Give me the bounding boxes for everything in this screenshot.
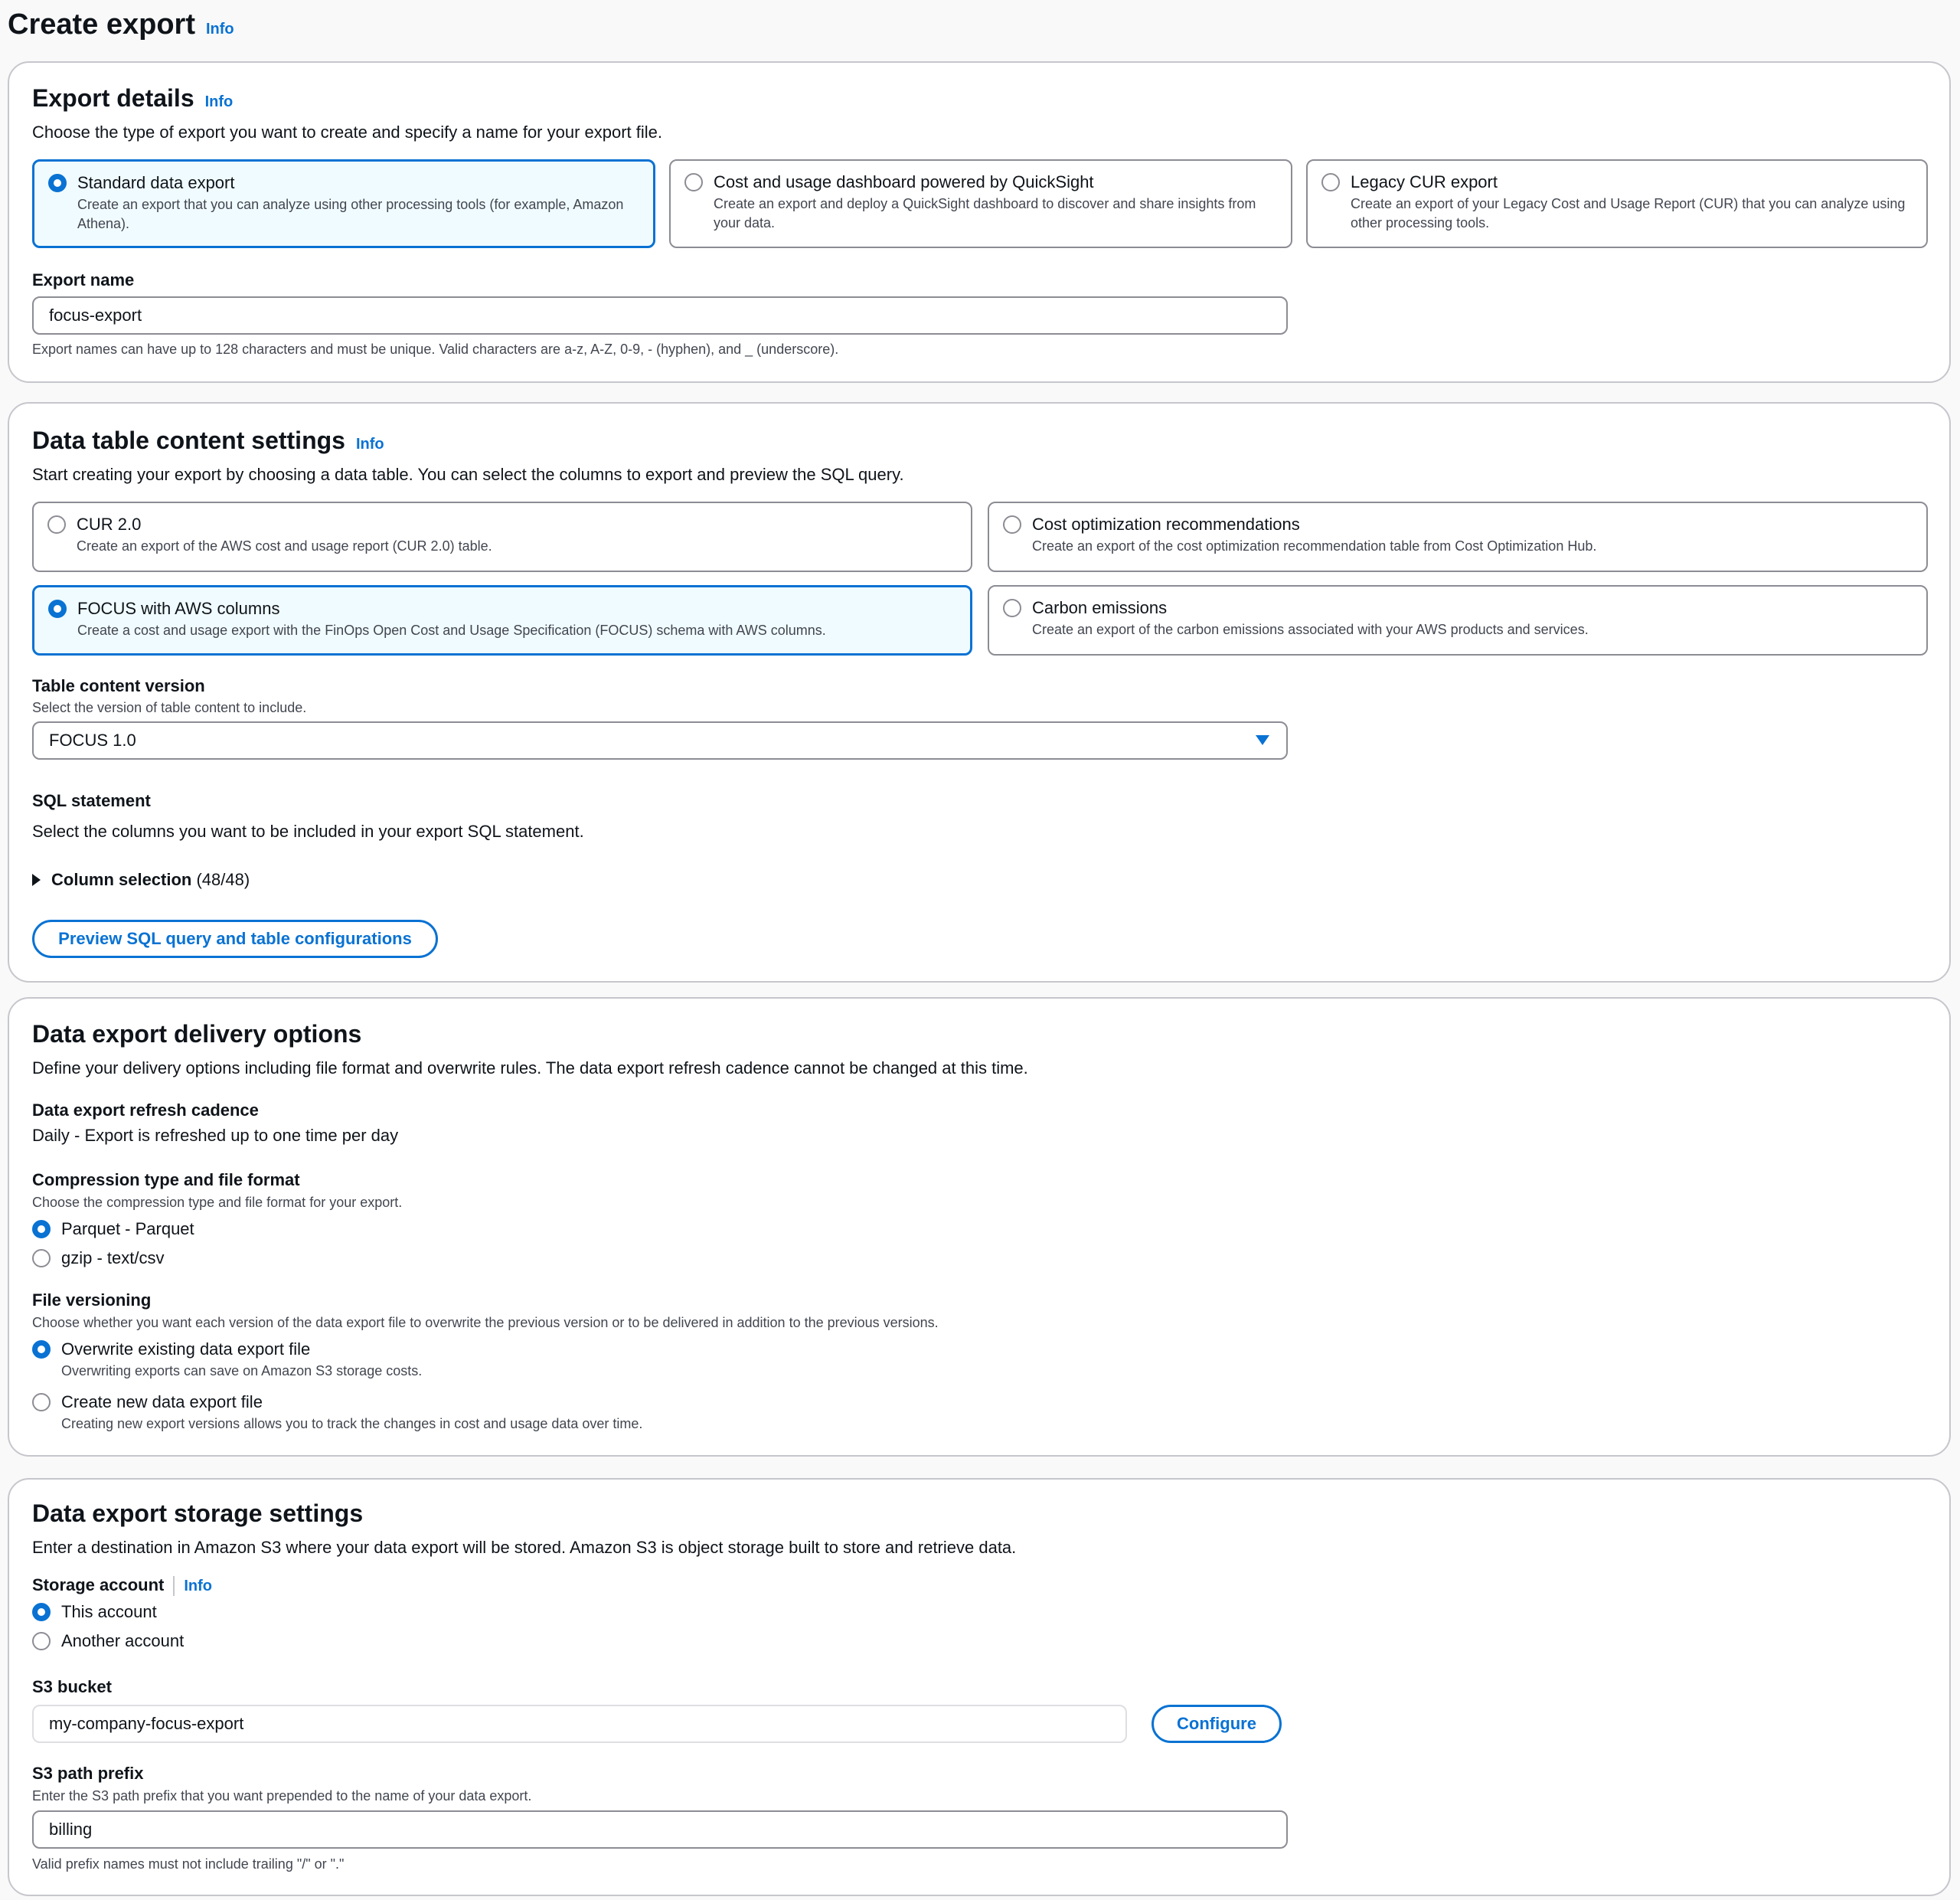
storage-account-info-link[interactable]: Info <box>184 1578 212 1594</box>
data-table-info-link[interactable]: Info <box>356 429 384 459</box>
export-type-title: Standard data export <box>77 173 235 192</box>
export-type-title: Cost and usage dashboard powered by Quic… <box>714 172 1094 191</box>
preview-sql-button[interactable]: Preview SQL query and table configuratio… <box>32 920 438 958</box>
s3-bucket-label: S3 bucket <box>32 1677 112 1696</box>
table-version-select[interactable]: FOCUS 1.0 <box>32 721 1288 760</box>
s3-prefix-hint: Enter the S3 path prefix that you want p… <box>32 1788 532 1804</box>
storage-description: Enter a destination in Amazon S3 where y… <box>32 1538 1017 1557</box>
export-details-description: Choose the type of export you want to cr… <box>32 123 663 142</box>
sql-statement-label: SQL statement <box>32 791 151 810</box>
page-title-text: Create export <box>8 8 195 41</box>
storage-settings-panel: Data export storage settings Enter a des… <box>8 1478 1951 1896</box>
table-version-value: FOCUS 1.0 <box>49 731 136 750</box>
table-option-cur2[interactable]: CUR 2.0 Create an export of the AWS cost… <box>32 502 972 572</box>
storage-account-label: Storage account Info <box>32 1575 212 1597</box>
radio-icon[interactable] <box>32 1340 51 1359</box>
table-version-label: Table content version <box>32 676 205 695</box>
table-option-title: FOCUS with AWS columns <box>77 599 280 618</box>
export-details-heading: Export details Info <box>32 83 233 117</box>
radio-icon[interactable] <box>32 1249 51 1267</box>
table-option-title: CUR 2.0 <box>77 515 142 534</box>
delivery-heading: Data export delivery options <box>32 1020 362 1048</box>
s3-bucket-input[interactable]: my-company-focus-export <box>32 1705 1127 1743</box>
versioning-label: File versioning <box>32 1290 152 1310</box>
delivery-options-panel: Data export delivery options Define your… <box>8 997 1951 1457</box>
radio-icon[interactable] <box>32 1632 51 1650</box>
table-option-focus[interactable]: FOCUS with AWS columns Create a cost and… <box>32 585 972 656</box>
export-details-info-link[interactable]: Info <box>205 87 234 117</box>
storage-account-option-label: Another account <box>61 1631 185 1650</box>
versioning-hint: Choose whether you want each version of … <box>32 1315 939 1330</box>
cadence-value: Daily - Export is refreshed up to one ti… <box>32 1126 399 1145</box>
storage-account-label-text: Storage account <box>32 1575 165 1594</box>
table-option-description: Create a cost and usage export with the … <box>77 623 826 638</box>
table-option-description: Create an export of the cost optimizatio… <box>1032 538 1597 554</box>
caret-down-icon <box>1256 735 1269 745</box>
storage-account-option-label: This account <box>61 1602 157 1621</box>
versioning-option-description: Overwriting exports can save on Amazon S… <box>61 1363 423 1378</box>
radio-icon[interactable] <box>684 173 703 191</box>
data-table-heading: Data table content settings Info <box>32 425 384 459</box>
data-table-title: Data table content settings <box>32 427 345 454</box>
data-table-panel: Data table content settings Info Start c… <box>8 402 1951 983</box>
compression-option-label: Parquet - Parquet <box>61 1219 194 1238</box>
radio-icon[interactable] <box>32 1603 51 1621</box>
table-option-title: Carbon emissions <box>1032 598 1168 617</box>
radio-icon[interactable] <box>32 1393 51 1411</box>
table-option-title: Cost optimization recommendations <box>1032 515 1300 534</box>
compression-hint: Choose the compression type and file for… <box>32 1195 403 1210</box>
configure-button[interactable]: Configure <box>1152 1705 1282 1743</box>
delivery-description: Define your delivery options including f… <box>32 1058 1028 1078</box>
caret-right-icon <box>32 874 41 886</box>
versioning-option-label: Overwrite existing data export file <box>61 1339 311 1359</box>
table-option-description: Create an export of the carbon emissions… <box>1032 622 1589 637</box>
radio-icon[interactable] <box>48 600 67 618</box>
s3-prefix-footer: Valid prefix names must not include trai… <box>32 1856 345 1872</box>
storage-heading: Data export storage settings <box>32 1499 364 1527</box>
s3-prefix-label: S3 path prefix <box>32 1764 144 1783</box>
export-type-description: Create an export that you can analyze us… <box>77 197 624 231</box>
table-option-description: Create an export of the AWS cost and usa… <box>77 538 492 554</box>
table-option-carbon[interactable]: Carbon emissions Create an export of the… <box>988 585 1928 656</box>
label-divider <box>173 1576 175 1597</box>
table-option-cost-optimization[interactable]: Cost optimization recommendations Create… <box>988 502 1928 572</box>
export-type-legacy-cur[interactable]: Legacy CUR export Create an export of yo… <box>1306 159 1928 248</box>
export-details-title: Export details <box>32 84 194 112</box>
compression-option-label: gzip - text/csv <box>61 1248 165 1267</box>
page-info-link[interactable]: Info <box>206 11 234 47</box>
versioning-option-description: Creating new export versions allows you … <box>61 1416 643 1431</box>
column-selection-count: (48/48) <box>196 870 250 889</box>
export-type-standard[interactable]: Standard data export Create an export th… <box>32 159 655 248</box>
radio-icon[interactable] <box>1321 173 1340 191</box>
export-details-panel: Export details Info Choose the type of e… <box>8 61 1951 383</box>
versioning-option-label: Create new data export file <box>61 1392 263 1411</box>
radio-icon[interactable] <box>32 1220 51 1238</box>
export-name-label: Export name <box>32 270 135 289</box>
cadence-label: Data export refresh cadence <box>32 1100 259 1120</box>
radio-icon[interactable] <box>1003 515 1021 534</box>
radio-icon[interactable] <box>47 515 66 534</box>
radio-icon[interactable] <box>1003 599 1021 617</box>
data-table-description: Start creating your export by choosing a… <box>32 465 904 484</box>
compression-label: Compression type and file format <box>32 1170 300 1189</box>
export-type-quicksight[interactable]: Cost and usage dashboard powered by Quic… <box>669 159 1292 248</box>
export-type-title: Legacy CUR export <box>1351 172 1498 191</box>
s3-prefix-input[interactable]: billing <box>32 1810 1288 1849</box>
page-title: Create export Info <box>8 6 234 47</box>
column-selection-expander[interactable]: Column selection (48/48) <box>32 868 250 891</box>
export-type-description: Create an export and deploy a QuickSight… <box>714 196 1256 231</box>
table-version-hint: Select the version of table content to i… <box>32 700 307 715</box>
export-name-hint: Export names can have up to 128 characte… <box>32 342 839 357</box>
export-type-description: Create an export of your Legacy Cost and… <box>1351 196 1906 231</box>
radio-icon[interactable] <box>48 174 67 192</box>
sql-statement-description: Select the columns you want to be includ… <box>32 822 584 841</box>
column-selection-label: Column selection <box>51 870 192 889</box>
export-name-input[interactable]: focus-export <box>32 296 1288 335</box>
